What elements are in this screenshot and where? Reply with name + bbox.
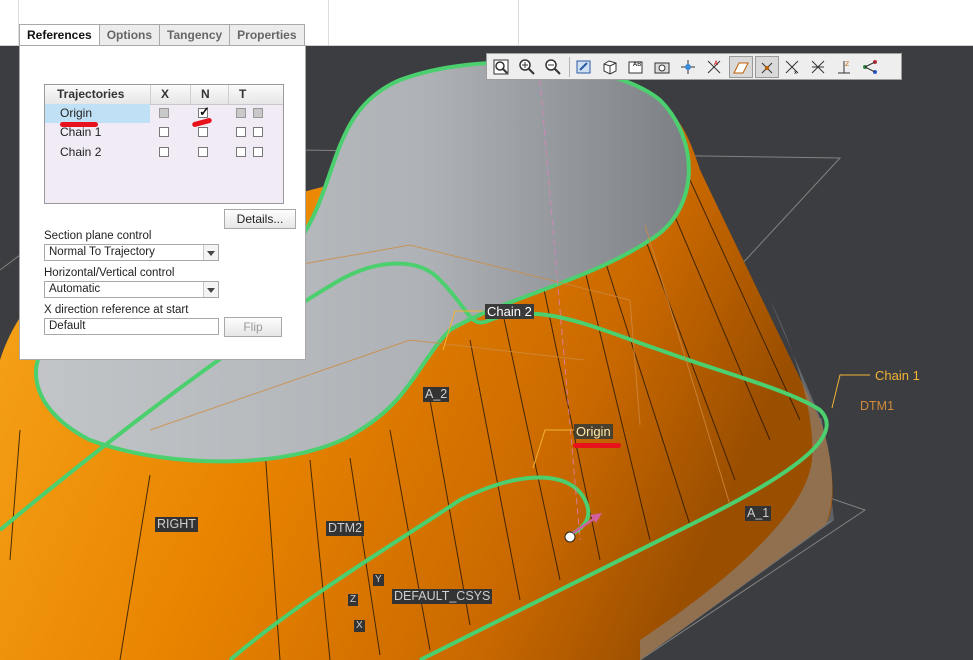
tab-properties[interactable]: Properties xyxy=(229,24,305,45)
xdir-reference-field[interactable]: Default xyxy=(44,318,219,335)
flip-button[interactable]: Flip xyxy=(224,317,282,337)
toolbar-separator xyxy=(328,0,329,45)
dashboard-tabs: References Options Tangency Properties xyxy=(19,24,305,46)
axis-a1-label[interactable]: A_1 xyxy=(745,506,772,521)
x-checkbox-origin[interactable] xyxy=(159,108,169,118)
network-icon[interactable] xyxy=(859,56,883,78)
hv-control-label: Horizontal/Vertical control xyxy=(44,267,175,279)
section-plane-combo[interactable]: Normal To Trajectory xyxy=(44,244,219,261)
t-checkbox-chain1-start[interactable] xyxy=(236,127,246,137)
point-tag-icon[interactable] xyxy=(807,56,831,78)
tab-tangency[interactable]: Tangency xyxy=(159,24,231,45)
trajectories-table[interactable]: Trajectories X N T Origin Chain 1 C xyxy=(44,84,284,204)
table-row[interactable]: Chain 2 xyxy=(45,143,283,162)
n-checkbox-origin[interactable] xyxy=(198,104,210,120)
plane-display-icon[interactable] xyxy=(729,55,753,78)
t-checkbox-chain2-start[interactable] xyxy=(236,147,246,157)
axis-display-icon[interactable]: A xyxy=(703,56,727,78)
chevron-down-icon[interactable] xyxy=(203,282,218,297)
row-label-origin: Origin xyxy=(60,106,93,120)
red-annotation-mark xyxy=(60,122,98,127)
header-t: T xyxy=(239,87,247,101)
csys-label[interactable]: DEFAULT_CSYS xyxy=(392,589,493,604)
repaint-icon[interactable] xyxy=(573,56,597,78)
chain1-label[interactable]: Chain 1 xyxy=(875,368,920,383)
toolbar-separator xyxy=(518,0,519,45)
t-checkbox-origin-start[interactable] xyxy=(236,108,246,118)
row-label-chain2: Chain 2 xyxy=(60,145,102,159)
tab-options[interactable]: Options xyxy=(98,24,161,45)
axis-a2-label[interactable]: A_2 xyxy=(423,387,450,402)
x-checkbox-chain1[interactable] xyxy=(159,127,169,137)
annotation-display-icon[interactable]: AB xyxy=(625,56,649,78)
csys-axis-z: Z xyxy=(348,594,359,606)
tab-references[interactable]: References xyxy=(19,24,100,46)
csys-axis-x: X xyxy=(354,620,365,632)
datum-dtm2-label[interactable]: DTM2 xyxy=(326,521,365,536)
section-plane-label: Section plane control xyxy=(44,230,152,242)
t-checkbox-chain1-end[interactable] xyxy=(253,127,263,137)
saved-views-icon[interactable] xyxy=(599,56,623,78)
n-checkbox-chain2[interactable] xyxy=(198,147,208,157)
csys-display-icon[interactable]: x xyxy=(781,56,805,78)
table-header: Trajectories X N T xyxy=(45,85,283,105)
csys-axis-y: Y xyxy=(373,574,384,586)
red-annotation-mark xyxy=(573,443,621,448)
csys-tag-icon[interactable]: Z xyxy=(833,56,857,78)
zoom-in-icon[interactable] xyxy=(516,56,540,78)
xdir-label: X direction reference at start xyxy=(44,304,189,316)
svg-text:x: x xyxy=(794,70,797,76)
origin-label[interactable]: Origin xyxy=(574,424,613,439)
zoom-out-icon[interactable] xyxy=(542,56,566,78)
header-x: X xyxy=(161,87,170,101)
svg-text:Z: Z xyxy=(845,61,849,68)
spin-center-icon[interactable] xyxy=(677,56,701,78)
svg-text:AB: AB xyxy=(633,61,641,68)
svg-text:A: A xyxy=(714,60,719,67)
x-checkbox-chain2[interactable] xyxy=(159,147,169,157)
t-checkbox-origin-end[interactable] xyxy=(253,108,263,118)
chain2-label[interactable]: Chain 2 xyxy=(485,304,534,319)
n-checkbox-chain1[interactable] xyxy=(198,127,208,137)
section-plane-value: Normal To Trajectory xyxy=(49,246,155,258)
table-row[interactable]: Origin xyxy=(45,104,283,123)
chevron-down-icon[interactable] xyxy=(203,245,218,260)
render-icon[interactable] xyxy=(651,56,675,78)
xdir-value: Default xyxy=(49,320,86,332)
header-n: N xyxy=(201,87,210,101)
datum-dtm1-label[interactable]: DTM1 xyxy=(860,399,894,414)
view-toolbar: AB A x Z xyxy=(486,53,902,80)
details-button[interactable]: Details... xyxy=(224,209,296,229)
header-trajectories: Trajectories xyxy=(57,87,125,101)
point-display-icon[interactable] xyxy=(755,55,779,78)
hv-control-combo[interactable]: Automatic xyxy=(44,281,219,298)
refit-icon[interactable] xyxy=(490,56,514,78)
references-panel: Trajectories X N T Origin Chain 1 C xyxy=(19,45,306,360)
t-checkbox-chain2-end[interactable] xyxy=(253,147,263,157)
hv-control-value: Automatic xyxy=(49,283,101,295)
datum-right-label[interactable]: RIGHT xyxy=(155,517,198,532)
